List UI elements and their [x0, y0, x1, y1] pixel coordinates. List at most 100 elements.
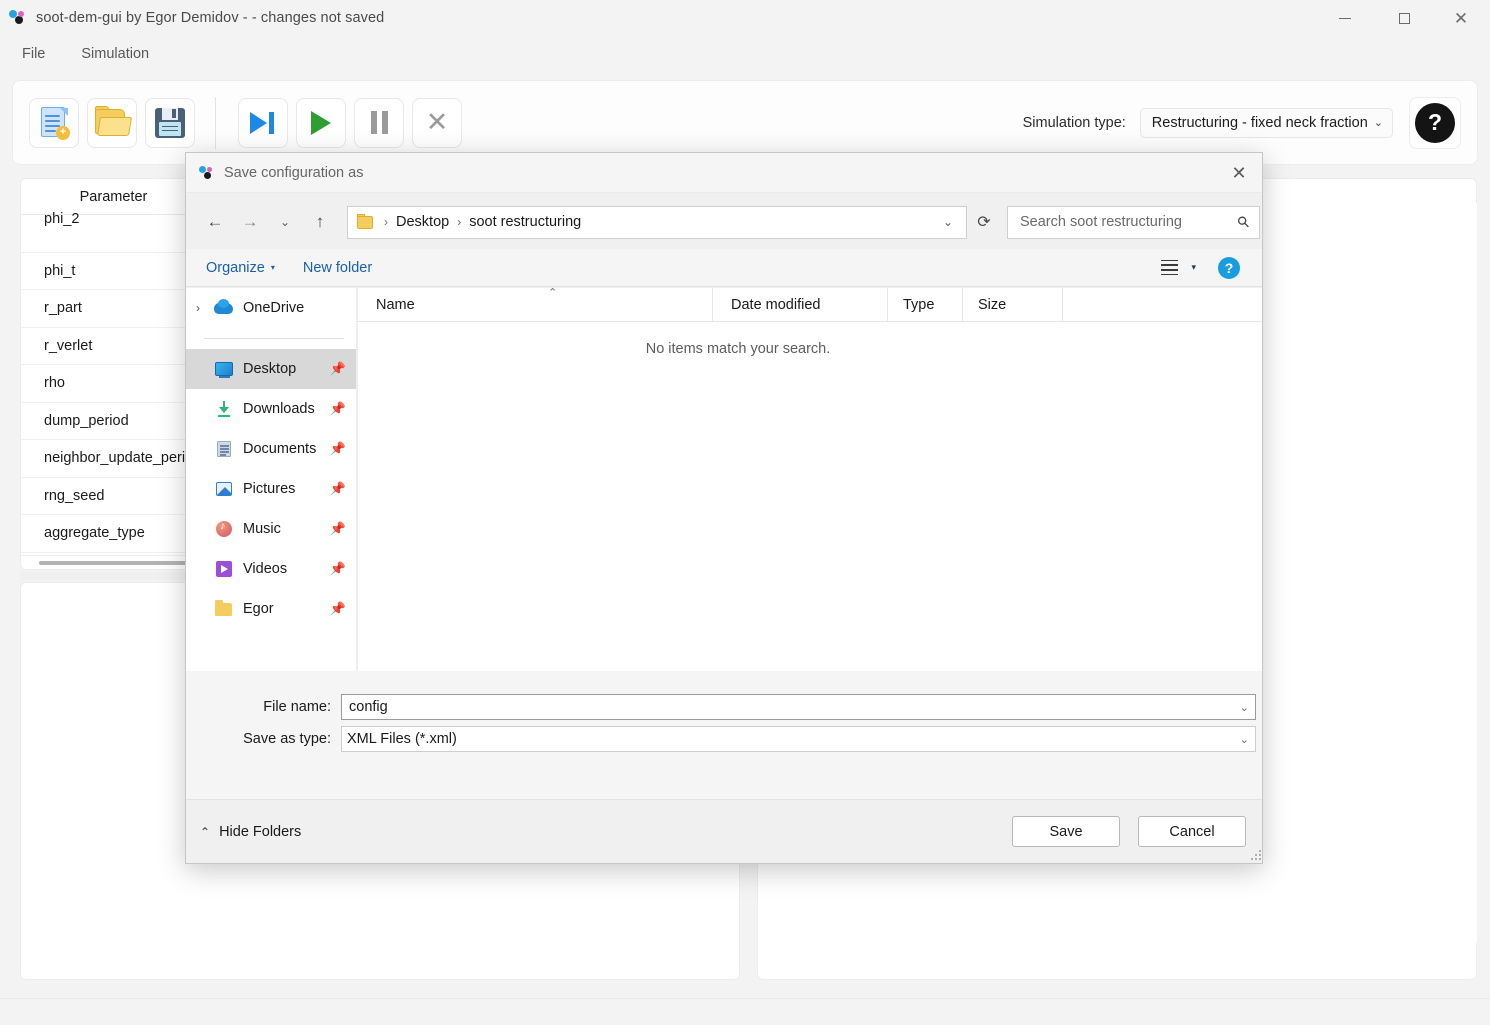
caret-down-icon[interactable]: ▾	[1191, 262, 1196, 273]
sort-ascending-icon: ⌃	[548, 287, 558, 299]
search-box[interactable]: ⚲	[1007, 205, 1260, 239]
dialog-command-bar: Organize ▾ New folder ▾ ?	[186, 249, 1262, 287]
save-config-button[interactable]	[145, 97, 195, 148]
tree-item-downloads[interactable]: Downloads 📌	[186, 389, 356, 429]
pause-icon	[370, 111, 388, 134]
folder-icon	[357, 214, 374, 229]
pin-icon[interactable]: 📌	[328, 601, 348, 617]
pin-icon[interactable]: 📌	[328, 561, 348, 577]
pin-icon[interactable]: 📌	[328, 361, 348, 377]
parameter-name: rho	[44, 375, 65, 392]
help-button[interactable]: ?	[1409, 96, 1461, 149]
window-close-button[interactable]: ✕	[1438, 0, 1484, 36]
pictures-icon	[214, 480, 234, 498]
step-forward-icon	[250, 111, 276, 134]
parameter-name: phi_2	[44, 211, 80, 228]
window-maximize-button[interactable]	[1381, 0, 1427, 36]
file-list-pane[interactable]: Name Date modified Type Size ⌃ No items …	[358, 287, 1262, 671]
refresh-button[interactable]: ⟳	[967, 206, 1001, 239]
menu-file[interactable]: File	[12, 42, 55, 66]
dialog-navigation-bar: ← → ⌄ ↑ › Desktop › soot restructuring ⌄…	[186, 197, 1262, 247]
pin-icon[interactable]: 📌	[328, 441, 348, 457]
dialog-help-button[interactable]: ?	[1218, 256, 1240, 279]
onedrive-cloud-icon	[214, 299, 234, 317]
tree-item-documents[interactable]: Documents 📌	[186, 429, 356, 469]
dialog-title: Save configuration as	[224, 164, 364, 181]
simulation-type-dropdown[interactable]: Restructuring - fixed neck fraction ⌄	[1139, 107, 1393, 138]
breadcrumb-separator: ›	[384, 215, 388, 229]
caret-up-icon: ⌃	[200, 824, 211, 839]
chevron-down-icon[interactable]: ⌄	[1240, 733, 1249, 746]
play-button[interactable]	[296, 97, 346, 148]
hide-folders-toggle[interactable]: ⌃ Hide Folders	[200, 824, 301, 840]
window-minimize-button[interactable]	[1322, 0, 1368, 36]
dialog-footer: ⌃ Hide Folders Save Cancel	[186, 799, 1262, 863]
address-bar[interactable]: › Desktop › soot restructuring ⌄	[347, 205, 967, 239]
tree-item-label: Music	[243, 521, 281, 537]
cancel-button[interactable]: Cancel	[1138, 816, 1246, 847]
tree-item-label: Downloads	[243, 401, 315, 417]
column-header-parameter[interactable]: Parameter	[21, 189, 206, 205]
window-titlebar: soot-dem-gui by Egor Demidov - - changes…	[0, 0, 1490, 36]
column-header-date-modified[interactable]: Date modified	[713, 288, 888, 321]
pause-button[interactable]	[354, 97, 404, 148]
close-icon: ✕	[1231, 162, 1247, 183]
chevron-down-icon[interactable]: ⌄	[1240, 701, 1249, 714]
up-one-level-button[interactable]: ↑	[305, 207, 335, 237]
videos-icon	[214, 560, 234, 578]
file-name-combobox[interactable]: ⌄	[341, 694, 1256, 720]
tree-item-label: Documents	[243, 441, 317, 457]
tree-item-onedrive[interactable]: › OneDrive	[186, 288, 356, 328]
chevron-down-icon[interactable]: ⌄	[934, 215, 962, 229]
parameter-name: aggregate_type	[44, 525, 145, 542]
breadcrumb-separator: ›	[457, 215, 462, 229]
save-configuration-dialog: Save configuration as ✕ ← → ⌄ ↑ › Deskto…	[185, 152, 1263, 864]
pin-icon[interactable]: 📌	[328, 401, 348, 417]
simulation-type-group: Simulation type: Restructuring - fixed n…	[1022, 96, 1461, 149]
tree-divider	[204, 338, 344, 339]
list-view-icon[interactable]	[1158, 256, 1181, 279]
file-name-input[interactable]	[347, 698, 1240, 716]
pin-icon[interactable]: 📌	[328, 521, 348, 537]
new-config-button[interactable]: +	[29, 97, 79, 148]
close-icon: ✕	[1453, 8, 1469, 28]
new-file-icon: +	[39, 106, 70, 140]
tree-item-videos[interactable]: Videos 📌	[186, 549, 356, 589]
simulation-type-value: Restructuring - fixed neck fraction	[1151, 114, 1368, 131]
resize-grip[interactable]	[1249, 848, 1261, 860]
step-button[interactable]	[238, 97, 288, 148]
forward-button[interactable]: →	[235, 207, 265, 237]
save-as-type-label: Save as type:	[243, 731, 331, 747]
breadcrumb-soot-restructuring[interactable]: soot restructuring	[466, 214, 584, 230]
tree-item-music[interactable]: Music 📌	[186, 509, 356, 549]
menu-simulation[interactable]: Simulation	[71, 42, 159, 66]
new-folder-label: New folder	[302, 259, 373, 276]
new-folder-button[interactable]: New folder	[303, 260, 372, 276]
tree-item-label: OneDrive	[243, 300, 305, 316]
save-as-type-row: Save as type: XML Files (*.xml) ⌄	[186, 726, 1262, 752]
save-button[interactable]: Save	[1012, 816, 1120, 847]
tree-item-desktop[interactable]: Desktop 📌	[186, 349, 356, 389]
open-config-button[interactable]	[87, 97, 137, 148]
column-header-type[interactable]: Type	[888, 288, 963, 321]
column-header-name[interactable]: Name	[358, 288, 713, 321]
search-input[interactable]	[1018, 213, 1238, 231]
pin-icon[interactable]: 📌	[328, 481, 348, 497]
dialog-close-button[interactable]: ✕	[1214, 153, 1262, 193]
music-icon	[214, 520, 234, 538]
tree-item-egor[interactable]: Egor 📌	[186, 589, 356, 629]
chevron-right-icon[interactable]: ›	[196, 301, 214, 315]
simulation-type-label: Simulation type:	[1022, 114, 1126, 131]
desktop-monitor-icon	[214, 360, 234, 378]
column-header-size[interactable]: Size	[963, 288, 1063, 321]
parameter-name: r_verlet	[44, 337, 93, 354]
breadcrumb-desktop[interactable]: Desktop	[393, 214, 452, 230]
organize-button[interactable]: Organize ▾	[206, 260, 275, 276]
tree-item-pictures[interactable]: Pictures 📌	[186, 469, 356, 509]
stop-button[interactable]: ✕	[412, 97, 462, 148]
recent-locations-button[interactable]: ⌄	[270, 207, 300, 237]
question-mark-icon: ?	[1224, 259, 1234, 276]
back-button[interactable]: ←	[200, 207, 230, 237]
tree-item-label: Desktop	[243, 361, 297, 377]
save-as-type-combobox[interactable]: XML Files (*.xml) ⌄	[341, 726, 1256, 752]
